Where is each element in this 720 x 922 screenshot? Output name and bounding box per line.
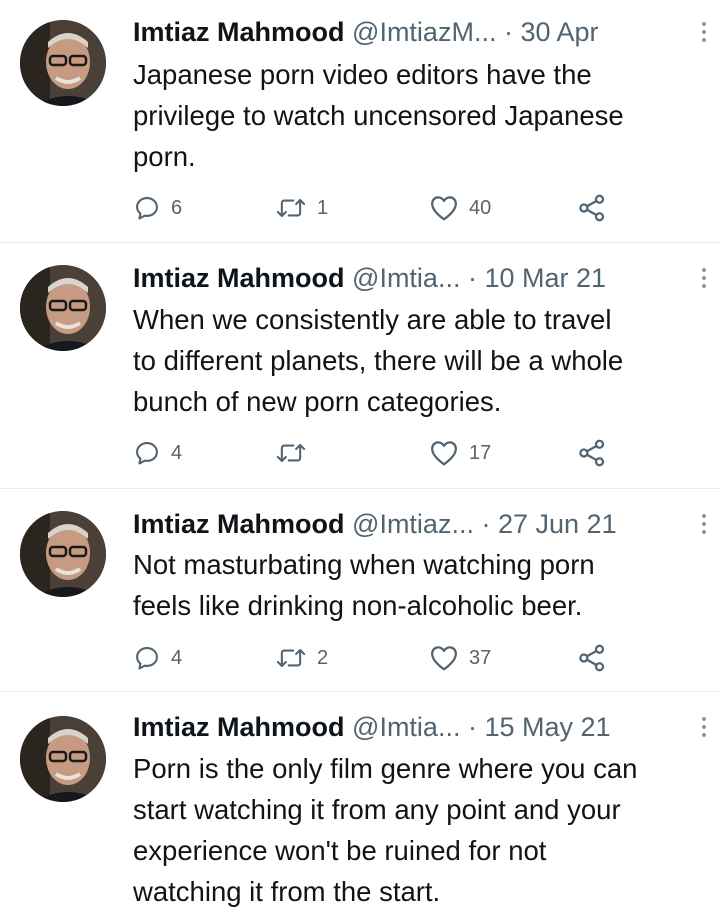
tweet-text-line: Porn is the only film genre where you ca… — [133, 753, 638, 784]
author-handle[interactable]: @ImtiazM... — [352, 17, 496, 47]
retweet-count: 1 — [317, 196, 329, 219]
retweet-button[interactable] — [275, 436, 317, 470]
share-button[interactable] — [577, 191, 607, 225]
reply-button[interactable]: 6 — [133, 191, 182, 225]
reply-count: 4 — [171, 646, 183, 669]
separator: · — [467, 263, 477, 293]
tweet[interactable]: Imtiaz Mahmood @Imtiaz... · 27 Jun 21 No… — [0, 489, 720, 692]
avatar-image — [20, 511, 106, 597]
tweet-actions: 6 1 40 — [133, 191, 633, 225]
tweet-actions: 4 17 — [133, 436, 633, 470]
retweet-icon — [276, 198, 306, 218]
avatar[interactable] — [20, 511, 106, 597]
reply-button[interactable]: 4 — [133, 436, 182, 470]
tweet-text-line: experience won't be ruined for not — [133, 835, 547, 866]
author-name[interactable]: Imtiaz Mahmood — [133, 263, 345, 293]
share-button[interactable] — [577, 436, 607, 470]
share-button[interactable] — [577, 641, 607, 675]
tweet-date[interactable]: 15 May 21 — [484, 712, 610, 742]
author-handle[interactable]: @Imtia... — [352, 263, 460, 293]
tweet-text-line: porn. — [133, 141, 196, 172]
tweet-date[interactable]: 27 Jun 21 — [498, 509, 617, 539]
tweet-header: Imtiaz Mahmood @Imtiaz... · 27 Jun 21 — [133, 504, 706, 544]
tweet-actions: 4 2 37 — [133, 641, 633, 675]
reply-count: 4 — [171, 441, 183, 464]
avatar[interactable] — [20, 716, 106, 802]
retweet-count: 2 — [317, 646, 329, 669]
separator: · — [467, 712, 477, 742]
separator: · — [481, 509, 491, 539]
reply-count: 6 — [171, 196, 183, 219]
tweet-text: When we consistently are able to travel … — [133, 299, 708, 422]
tweet-feed: Imtiaz Mahmood @ImtiazM... · 30 Apr Japa… — [0, 0, 720, 922]
tweet[interactable]: Imtiaz Mahmood @Imtia... · 15 May 21 Por… — [0, 692, 720, 922]
avatar[interactable] — [20, 20, 106, 106]
tweet-date[interactable]: 30 Apr — [520, 17, 598, 47]
heart-icon — [431, 196, 457, 221]
retweet-button[interactable]: 1 — [275, 191, 328, 225]
tweet-text: Porn is the only film genre where you ca… — [133, 748, 708, 912]
tweet-text: Not masturbating when watching porn feel… — [133, 544, 708, 626]
more-options-icon[interactable] — [700, 717, 708, 741]
author-name[interactable]: Imtiaz Mahmood — [133, 509, 345, 539]
share-icon — [579, 194, 605, 222]
reply-icon — [136, 442, 158, 465]
separator: · — [503, 17, 513, 47]
tweet-text: Japanese porn video editors have the pri… — [133, 54, 708, 177]
share-icon — [579, 644, 605, 672]
like-count: 40 — [469, 196, 492, 219]
like-count: 17 — [469, 441, 492, 464]
author-name[interactable]: Imtiaz Mahmood — [133, 17, 345, 47]
avatar-image — [20, 20, 106, 106]
like-count: 37 — [469, 646, 492, 669]
tweet-text-line: bunch of new porn categories. — [133, 386, 502, 417]
tweet-header: Imtiaz Mahmood @Imtia... · 10 Mar 21 — [133, 258, 706, 298]
tweet-text-line: start watching it from any point and you… — [133, 794, 621, 825]
tweet-text-line: Japanese porn video editors have the — [133, 59, 592, 90]
retweet-icon — [276, 648, 306, 668]
like-button[interactable]: 17 — [429, 436, 491, 470]
share-icon — [579, 439, 605, 467]
tweet[interactable]: Imtiaz Mahmood @ImtiazM... · 30 Apr Japa… — [0, 0, 720, 243]
reply-icon — [136, 197, 158, 220]
tweet-text-line: feels like drinking non-alcoholic beer. — [133, 590, 583, 621]
tweet-text-line: Not masturbating when watching porn — [133, 549, 595, 580]
more-options-icon[interactable] — [700, 268, 708, 292]
tweet-text-line: When we consistently are able to travel — [133, 304, 612, 335]
reply-button[interactable]: 4 — [133, 641, 182, 675]
more-options-icon[interactable] — [700, 22, 708, 46]
tweet-text-line: to different planets, there will be a wh… — [133, 345, 624, 376]
author-handle[interactable]: @Imtia... — [352, 712, 460, 742]
retweet-icon — [276, 443, 306, 463]
author-name[interactable]: Imtiaz Mahmood — [133, 712, 345, 742]
author-handle[interactable]: @Imtiaz... — [352, 509, 474, 539]
heart-icon — [431, 441, 457, 466]
tweet-date[interactable]: 10 Mar 21 — [484, 263, 606, 293]
more-options-icon[interactable] — [700, 514, 708, 538]
tweet-text-line: privilege to watch uncensored Japanese — [133, 100, 624, 131]
tweet-header: Imtiaz Mahmood @ImtiazM... · 30 Apr — [133, 12, 706, 52]
retweet-button[interactable]: 2 — [275, 641, 328, 675]
tweet[interactable]: Imtiaz Mahmood @Imtia... · 10 Mar 21 Whe… — [0, 243, 720, 489]
like-button[interactable]: 37 — [429, 641, 491, 675]
reply-icon — [136, 647, 158, 670]
avatar-image — [20, 265, 106, 351]
tweet-text-line: watching it from the start. — [133, 876, 441, 907]
avatar-image — [20, 716, 106, 802]
tweet-header: Imtiaz Mahmood @Imtia... · 15 May 21 — [133, 707, 706, 747]
avatar[interactable] — [20, 265, 106, 351]
heart-icon — [431, 646, 457, 671]
like-button[interactable]: 40 — [429, 191, 491, 225]
